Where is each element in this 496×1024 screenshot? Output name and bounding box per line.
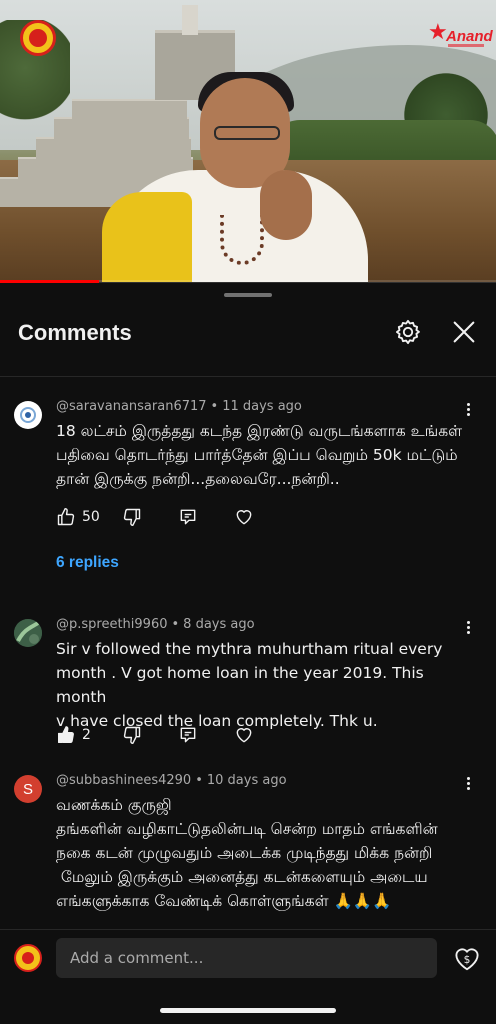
avatar[interactable] bbox=[14, 619, 42, 647]
svg-text:$: $ bbox=[464, 953, 471, 966]
comment-line: வணக்கம் குருஜி bbox=[56, 796, 172, 814]
close-icon[interactable] bbox=[450, 318, 478, 346]
comments-header: Comments bbox=[0, 311, 496, 357]
heart-button[interactable] bbox=[234, 505, 254, 529]
drag-handle[interactable] bbox=[224, 293, 272, 297]
comment-author[interactable]: @saravanansaran6717 bbox=[56, 399, 207, 414]
video-glasses bbox=[214, 126, 280, 140]
view-replies-link[interactable]: 6 replies bbox=[56, 554, 119, 572]
more-options-icon[interactable] bbox=[460, 775, 476, 795]
add-comment-input[interactable] bbox=[56, 938, 437, 978]
comment-item: S @subbashinees4290 • 10 days ago வணக்கம் … bbox=[0, 763, 496, 929]
comment-text: Sir v followed the mythra muhurtham ritu… bbox=[56, 637, 466, 733]
reply-comment-icon bbox=[180, 509, 196, 525]
avatar[interactable]: S bbox=[14, 775, 42, 803]
like-count: 50 bbox=[82, 509, 100, 525]
settings-gear-icon[interactable] bbox=[394, 318, 422, 346]
comment-author[interactable]: @p.spreethi9960 bbox=[56, 617, 168, 632]
comment-line: 18 லட்சம் இருத்தது கடந்த இரண்டு வருடங்கள… bbox=[56, 422, 463, 440]
thumbs-up-filled-icon bbox=[58, 726, 74, 743]
super-thanks-icon[interactable]: $ bbox=[452, 943, 482, 973]
video-player[interactable]: ★ Anand bbox=[0, 0, 496, 282]
more-options-icon[interactable] bbox=[460, 401, 476, 421]
comment-composer: $ bbox=[0, 930, 496, 990]
comment-line: எங்களுக்காக வேண்டிக் கொள்ளுங்கள் 🙏🙏🙏 bbox=[56, 892, 392, 910]
comment-item: @saravanansaran6717 • 11 days ago 18 லட்சம… bbox=[0, 377, 496, 597]
heart-button[interactable] bbox=[234, 723, 254, 747]
comment-line: Sir v followed the mythra muhurtham ritu… bbox=[56, 640, 443, 658]
like-button[interactable]: 50 bbox=[56, 505, 100, 529]
reply-button[interactable] bbox=[178, 505, 198, 529]
comment-meta: @subbashinees4290 • 10 days ago bbox=[56, 773, 287, 788]
video-shawl bbox=[102, 192, 192, 282]
user-avatar[interactable] bbox=[14, 944, 42, 972]
reply-comment-icon bbox=[180, 727, 196, 743]
thumbs-down-icon bbox=[123, 508, 141, 527]
comment-time: 10 days ago bbox=[206, 773, 287, 788]
avatar-letter: S bbox=[22, 780, 33, 798]
reply-button[interactable] bbox=[178, 723, 198, 747]
comment-line: தங்களின் வழிகாட்டுதலின்படி சென்ற மாதம் எ… bbox=[56, 820, 438, 838]
comment-line: month . V got home loan in the year 2019… bbox=[56, 664, 424, 706]
tv-watermark-logo: ★ Anand bbox=[428, 20, 493, 47]
heart-icon bbox=[236, 728, 252, 743]
comments-title: Comments bbox=[18, 320, 132, 345]
more-options-icon[interactable] bbox=[460, 619, 476, 639]
comment-line: நகை கடன் முழுவதும் அடைக்க முடிந்தது மிக்… bbox=[56, 844, 433, 862]
thumbs-up-icon bbox=[57, 507, 75, 526]
comment-line: மேலும் இருக்கும் அனைத்து கடன்களையும் அடை… bbox=[56, 868, 428, 886]
comment-time: 8 days ago bbox=[183, 617, 255, 632]
comments-sheet: Comments @saravanansaran6717 • 11 days a… bbox=[0, 283, 496, 1024]
home-indicator bbox=[160, 1008, 336, 1013]
comments-list[interactable]: @saravanansaran6717 • 11 days ago 18 லட்சம… bbox=[0, 377, 496, 929]
avatar[interactable] bbox=[14, 401, 42, 429]
comment-text: வணக்கம் குருஜி தங்களின் வழிகாட்டுதலின்பட… bbox=[56, 793, 466, 913]
comment-actions: 2 bbox=[56, 723, 276, 747]
comment-text: 18 லட்சம் இருத்தது கடந்த இரண்டு வருடங்கள… bbox=[56, 419, 466, 491]
thumbs-down-icon bbox=[123, 726, 141, 745]
comment-line: பதிவை தொடர்ந்து பார்த்தேன் இப்ப வெறும் 5… bbox=[56, 446, 458, 464]
channel-logo bbox=[20, 20, 56, 56]
video-beads bbox=[220, 215, 264, 265]
comment-meta: @saravanansaran6717 • 11 days ago bbox=[56, 399, 302, 414]
like-count: 2 bbox=[82, 727, 91, 743]
video-hand bbox=[260, 170, 312, 240]
dislike-button[interactable] bbox=[122, 505, 142, 529]
comment-author[interactable]: @subbashinees4290 bbox=[56, 773, 191, 788]
comment-time: 11 days ago bbox=[222, 399, 302, 414]
like-button[interactable]: 2 bbox=[56, 723, 91, 747]
video-pillar bbox=[182, 5, 198, 35]
comment-item: @p.spreethi9960 • 8 days ago Sir v followe… bbox=[0, 607, 496, 762]
comment-line: தான் இருக்கு நன்றி...தலைவரே...நன்றி.. bbox=[56, 470, 340, 488]
dislike-button[interactable] bbox=[122, 723, 142, 747]
heart-icon bbox=[236, 510, 252, 525]
comment-actions: 50 bbox=[56, 505, 276, 529]
comment-meta: @p.spreethi9960 • 8 days ago bbox=[56, 617, 255, 632]
